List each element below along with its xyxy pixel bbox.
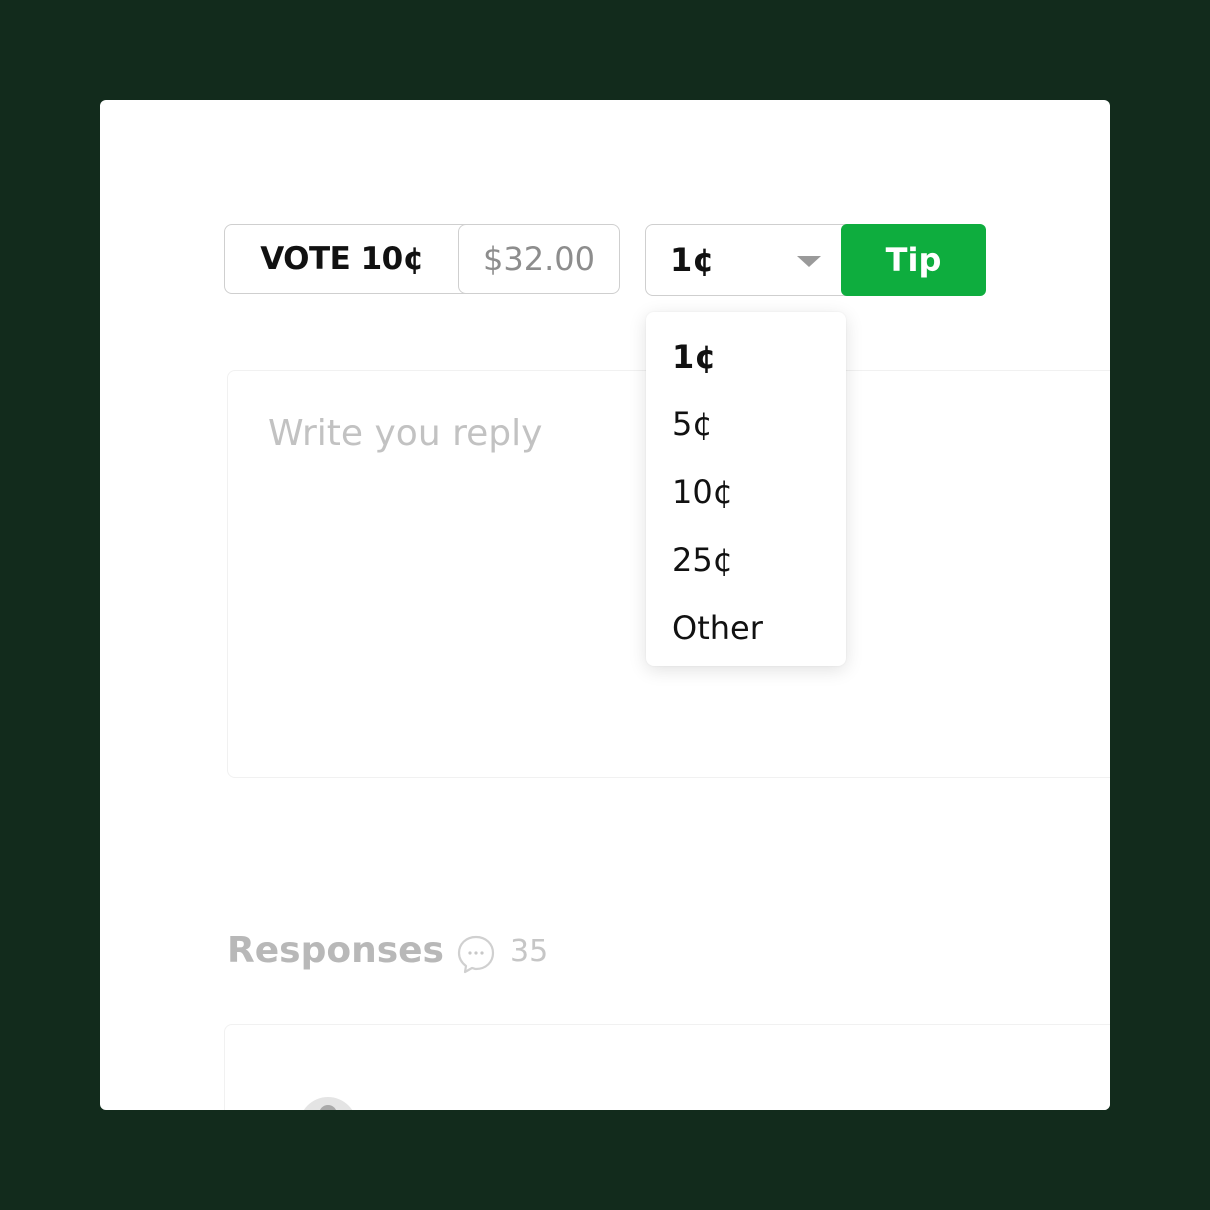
tip-dropdown-menu: 1¢ 5¢ 10¢ 25¢ Other	[646, 312, 846, 666]
response-item	[224, 1024, 1110, 1110]
tip-selected-value: 1¢	[670, 241, 715, 279]
tip-amount-select[interactable]: 1¢	[645, 224, 855, 296]
vote-button[interactable]: VOTE 10¢	[225, 225, 459, 293]
responses-count: 35	[510, 934, 549, 969]
vote-group: VOTE 10¢ $32.00	[224, 223, 620, 294]
reply-placeholder: Write you reply	[268, 413, 543, 454]
dropdown-option-5c[interactable]: 5¢	[672, 408, 713, 440]
avatar[interactable]	[299, 1097, 357, 1110]
dropdown-option-10c[interactable]: 10¢	[672, 476, 733, 508]
vote-amount: $32.00	[458, 223, 620, 294]
tip-button[interactable]: Tip	[841, 224, 986, 296]
avatar-head	[319, 1105, 337, 1110]
chevron-down-icon[interactable]	[797, 256, 821, 267]
dropdown-option-25c[interactable]: 25¢	[672, 544, 733, 576]
responses-title: Responses	[227, 930, 444, 971]
reply-card: VOTE 10¢ $32.00 1¢ Tip Write you reply 1…	[100, 100, 1110, 1110]
comment-icon	[457, 935, 495, 974]
dropdown-option-1c[interactable]: 1¢	[672, 341, 717, 373]
dropdown-option-other[interactable]: Other	[672, 612, 763, 644]
